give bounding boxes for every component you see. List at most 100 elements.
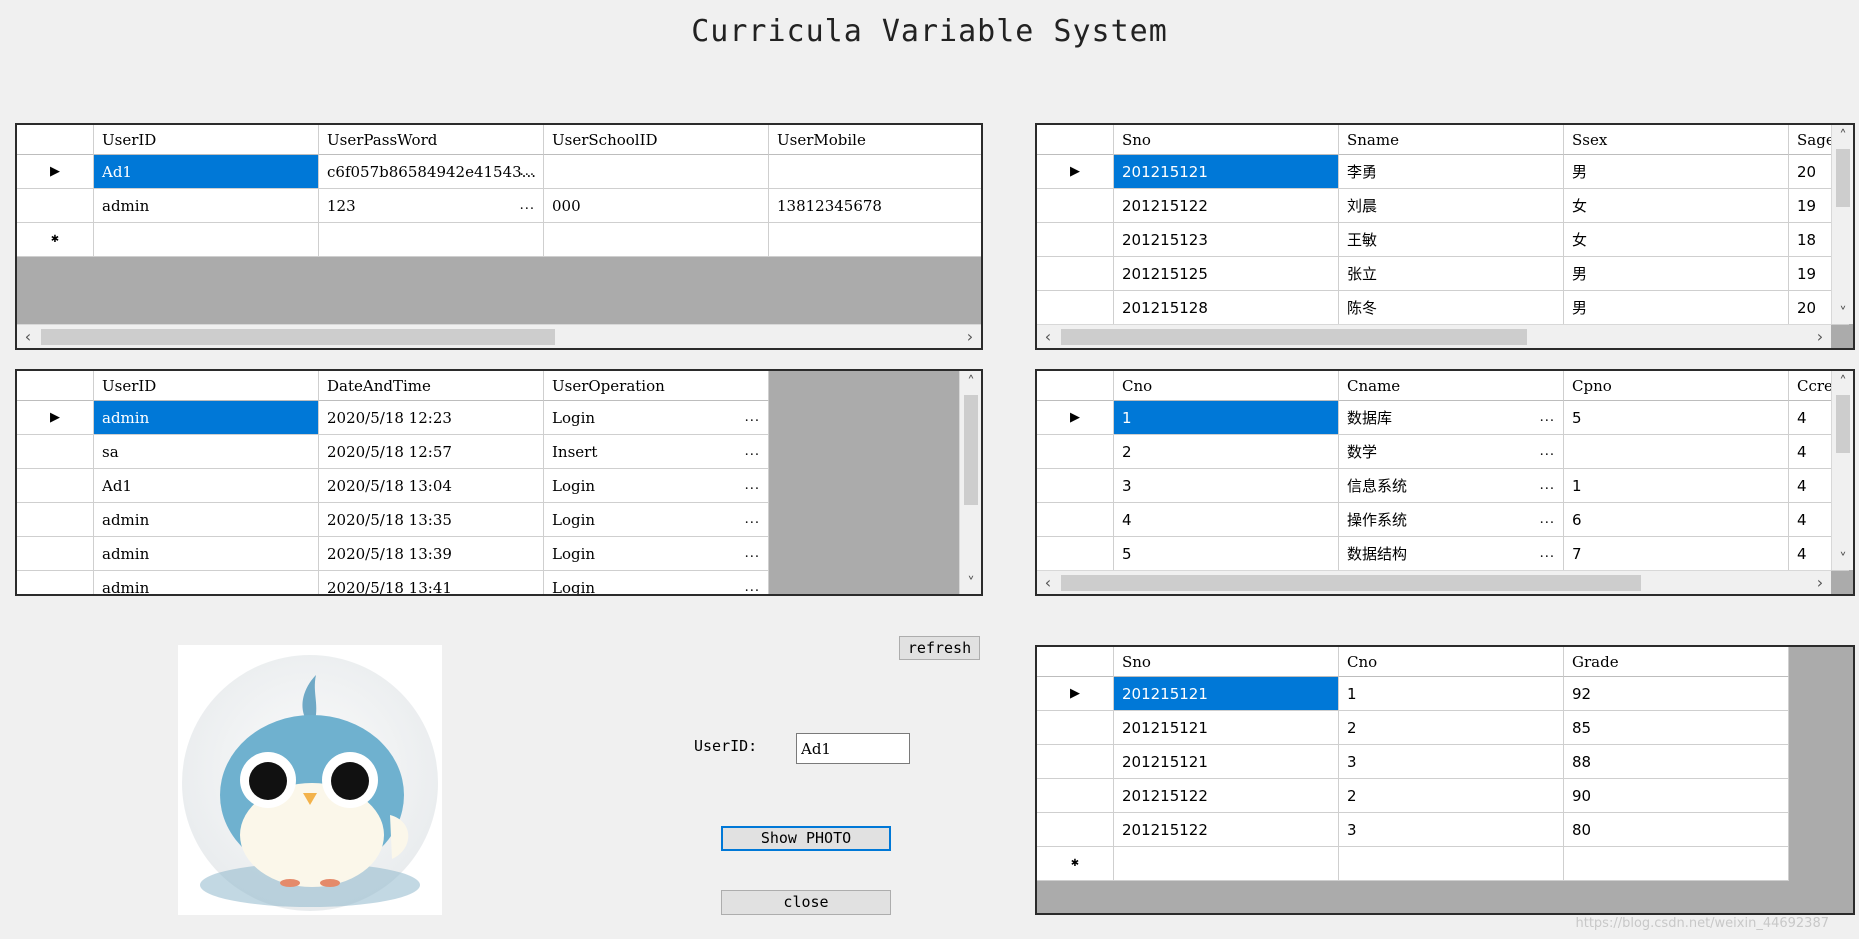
table-cell[interactable]: Ad1 (94, 469, 319, 503)
column-header[interactable]: Grade (1564, 647, 1789, 677)
table-cell[interactable]: 5 (1564, 401, 1789, 435)
table-cell[interactable]: 2020/5/18 12:57 (319, 435, 544, 469)
table-cell[interactable]: 王敏 (1339, 223, 1564, 257)
new-row[interactable]: ✱ (1037, 847, 1789, 881)
table-cell[interactable] (94, 223, 319, 257)
table-cell[interactable]: 男 (1564, 257, 1789, 291)
table-row[interactable]: admin 2020/5/18 13:35 Login... (17, 503, 769, 537)
row-header[interactable] (17, 189, 94, 223)
table-cell[interactable]: 2 (1339, 779, 1564, 813)
row-header[interactable] (1037, 813, 1114, 847)
column-header[interactable]: UserID (94, 371, 319, 401)
table-cell[interactable]: 4 (1114, 503, 1339, 537)
row-header[interactable] (17, 537, 94, 571)
ellipsis-button[interactable]: ... (745, 435, 760, 468)
table-cell[interactable] (1339, 847, 1564, 881)
table-row[interactable]: 201215125 张立男 19 (1037, 257, 1849, 291)
column-header[interactable]: DateAndTime (319, 371, 544, 401)
table-cell[interactable]: 2020/5/18 13:04 (319, 469, 544, 503)
row-header[interactable] (17, 571, 94, 594)
row-header[interactable] (1037, 223, 1114, 257)
table-cell[interactable]: Insert... (544, 435, 769, 469)
table-cell[interactable]: 3 (1339, 745, 1564, 779)
scrollbar-thumb[interactable] (41, 329, 555, 345)
scroll-right-icon[interactable]: › (1809, 571, 1831, 594)
table-cell[interactable]: Login... (544, 469, 769, 503)
table-cell[interactable]: 张立 (1339, 257, 1564, 291)
users-grid[interactable]: UserID UserPassWord UserSchoolID UserMobile… (15, 123, 983, 350)
table-row[interactable]: 4 操作系统... 6 4 (1037, 503, 1849, 537)
table-cell[interactable]: 2020/5/18 12:23 (319, 401, 544, 435)
table-cell[interactable]: 85 (1564, 711, 1789, 745)
ellipsis-button[interactable]: ... (745, 469, 760, 502)
table-cell[interactable]: 201215121 (1114, 711, 1339, 745)
new-row-marker-icon[interactable]: ✱ (1037, 847, 1114, 881)
column-header[interactable]: Cname (1339, 371, 1564, 401)
table-cell[interactable]: 201215122 (1114, 779, 1339, 813)
table-row[interactable]: admin 2020/5/18 13:39 Login... (17, 537, 769, 571)
row-header[interactable]: ▶ (1037, 401, 1114, 435)
table-cell[interactable] (319, 223, 544, 257)
row-header[interactable] (1037, 469, 1114, 503)
row-header[interactable] (1037, 711, 1114, 745)
userid-input[interactable] (796, 733, 910, 764)
table-cell[interactable]: 数据库... (1339, 401, 1564, 435)
column-header[interactable]: Ssex (1564, 125, 1789, 155)
table-cell[interactable]: admin (94, 571, 319, 594)
column-header[interactable]: UserID (94, 125, 319, 155)
row-header[interactable] (17, 503, 94, 537)
scrollbar-thumb[interactable] (964, 395, 978, 505)
table-cell[interactable]: 201215128 (1114, 291, 1339, 325)
table-cell[interactable]: admin (94, 503, 319, 537)
table-row[interactable]: 201215121 3 88 (1037, 745, 1789, 779)
row-header[interactable] (1037, 257, 1114, 291)
table-cell[interactable]: 1 (1564, 469, 1789, 503)
students-grid[interactable]: Sno Sname Ssex Sage ▶ 201215121 李勇男 20 201215122… (1035, 123, 1855, 350)
scroll-left-icon[interactable]: ‹ (1037, 325, 1059, 348)
refresh-button[interactable]: refresh (899, 636, 980, 660)
close-button[interactable]: close (721, 890, 891, 915)
row-header[interactable]: ▶ (17, 401, 94, 435)
ellipsis-button[interactable]: ... (745, 503, 760, 536)
scroll-up-icon[interactable]: ˄ (1832, 371, 1853, 393)
table-cell[interactable]: 操作系统... (1339, 503, 1564, 537)
scrollbar-thumb[interactable] (1061, 329, 1527, 345)
ellipsis-button[interactable]: ... (1540, 503, 1555, 536)
new-row-marker-icon[interactable]: ✱ (17, 223, 94, 257)
ellipsis-button[interactable]: ... (520, 155, 535, 188)
row-header[interactable] (1037, 435, 1114, 469)
table-row[interactable]: admin 2020/5/18 13:41 Login... (17, 571, 769, 594)
table-cell[interactable]: 201215121 (1114, 745, 1339, 779)
ellipsis-button[interactable]: ... (745, 571, 760, 594)
column-header[interactable]: UserOperation (544, 371, 769, 401)
column-header[interactable]: Sno (1114, 125, 1339, 155)
scrollbar-thumb[interactable] (1836, 395, 1850, 453)
column-header[interactable]: Sname (1339, 125, 1564, 155)
table-cell[interactable]: 1 (1339, 677, 1564, 711)
table-cell[interactable]: 2020/5/18 13:35 (319, 503, 544, 537)
table-cell[interactable]: 2020/5/18 13:41 (319, 571, 544, 594)
table-row[interactable]: 3 信息系统... 1 4 (1037, 469, 1849, 503)
table-cell[interactable]: 陈冬 (1339, 291, 1564, 325)
scrollbar-thumb[interactable] (1061, 575, 1641, 591)
table-cell[interactable] (769, 155, 981, 189)
table-cell[interactable]: 201215123 (1114, 223, 1339, 257)
ellipsis-button[interactable]: ... (1540, 469, 1555, 502)
table-cell[interactable]: 3 (1339, 813, 1564, 847)
table-cell[interactable]: 6 (1564, 503, 1789, 537)
table-row[interactable]: 5 数据结构... 7 4 (1037, 537, 1849, 571)
ellipsis-button[interactable]: ... (745, 537, 760, 570)
ellipsis-button[interactable]: ... (1540, 537, 1555, 570)
table-row[interactable]: Ad1 2020/5/18 13:04 Login... (17, 469, 769, 503)
horizontal-scrollbar[interactable]: ‹ › (17, 324, 981, 348)
row-header[interactable] (1037, 779, 1114, 813)
table-row[interactable]: sa 2020/5/18 12:57 Insert... (17, 435, 769, 469)
table-cell[interactable]: 男 (1564, 291, 1789, 325)
table-cell[interactable]: c6f057b86584942e41543...... (319, 155, 544, 189)
column-header[interactable]: Sno (1114, 647, 1339, 677)
table-cell[interactable] (544, 223, 769, 257)
scroll-down-icon[interactable]: ˅ (1832, 302, 1853, 324)
scroll-right-icon[interactable]: › (959, 325, 981, 348)
table-cell[interactable]: 201215121 (1114, 677, 1339, 711)
table-cell[interactable]: 数据结构... (1339, 537, 1564, 571)
